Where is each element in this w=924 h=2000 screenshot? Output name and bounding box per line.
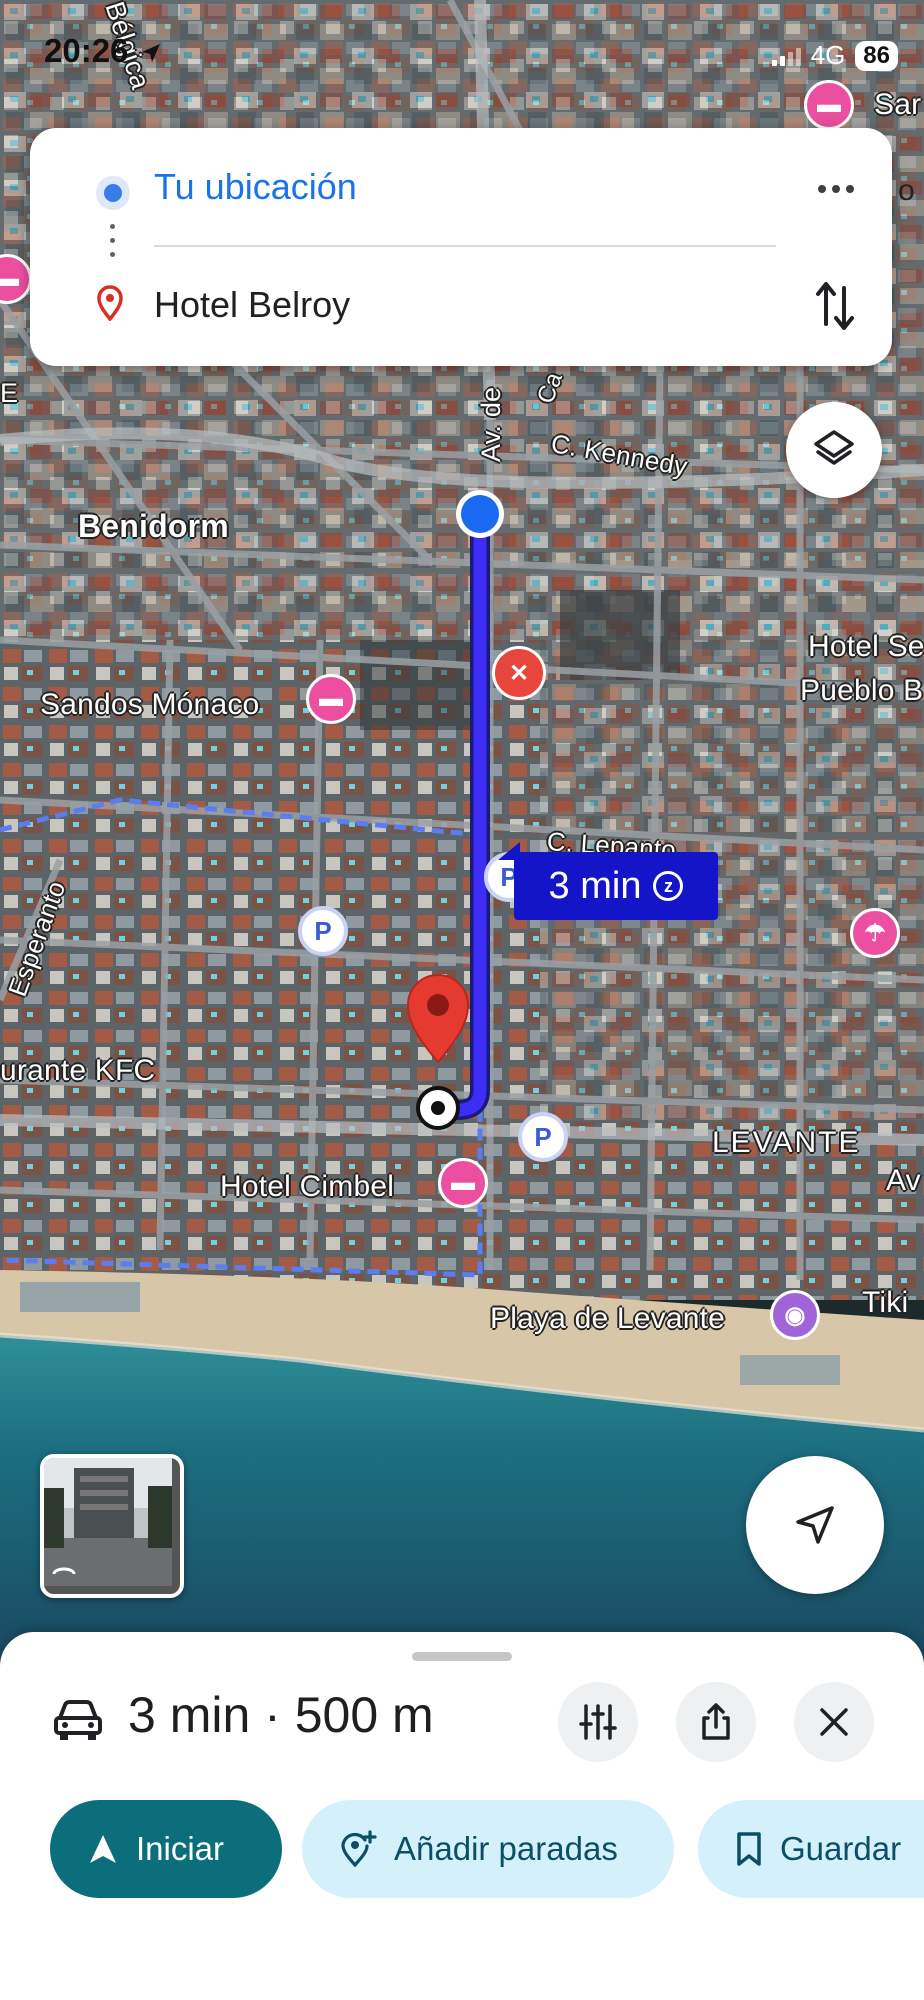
photo-spot-marker-icon[interactable]: ◉: [770, 1290, 820, 1340]
battery-level: 86: [855, 40, 898, 71]
street-view-thumbnail[interactable]: [40, 1454, 184, 1598]
route-summary: 3 min · 500 m: [128, 1686, 434, 1744]
location-arrow-icon: [141, 44, 160, 63]
route-eta-text: 3 min: [548, 864, 642, 907]
beach-marker-icon[interactable]: ☂: [850, 908, 900, 958]
field-divider: [154, 245, 776, 247]
car-icon: [54, 1700, 102, 1740]
share-icon: [702, 1703, 730, 1740]
status-bar: 20:26 4G 86: [0, 0, 924, 110]
street-view-preview: [44, 1458, 172, 1586]
origin-dot-icon: [96, 176, 130, 210]
directions-card: [30, 128, 892, 366]
destination-pin-icon: [97, 285, 123, 321]
map-label-tiki: Tiki: [862, 1286, 909, 1319]
summary-separator: ·: [264, 1687, 281, 1743]
maps-app: Bélgica Sar o E Av. de Ca C. Kennedy Ben…: [0, 0, 924, 2000]
add-stop-pin-icon: [341, 1830, 377, 1867]
map-label-av: Av: [886, 1164, 921, 1197]
hotel-marker-cimbel-icon[interactable]: ▬: [438, 1158, 488, 1208]
map-label-cimbel: Hotel Cimbel: [220, 1170, 395, 1203]
map-label-o: o: [898, 174, 915, 207]
close-icon: [820, 1708, 848, 1736]
sheet-drag-handle[interactable]: [412, 1652, 512, 1661]
save-route-button[interactable]: Guardar: [698, 1800, 924, 1898]
map-label-av-de: Av. de: [476, 386, 506, 462]
save-label: Guardar: [780, 1830, 902, 1867]
status-right: 4G 86: [771, 40, 898, 71]
sliders-icon: [579, 1704, 617, 1740]
add-stops-label: Añadir paradas: [394, 1830, 618, 1867]
route-eta-chip[interactable]: 3 min z: [498, 842, 718, 920]
route-connector-dots: [110, 224, 116, 264]
start-label: Iniciar: [136, 1830, 225, 1867]
map-label-playa: Playa de Levante: [490, 1302, 726, 1335]
share-button[interactable]: [676, 1682, 756, 1762]
map-label-sandos: Sandos Mónaco: [40, 688, 260, 721]
route-options-button[interactable]: [558, 1682, 638, 1762]
more-options-icon[interactable]: [812, 172, 860, 206]
destination-field[interactable]: Hotel Belroy: [154, 284, 350, 326]
navigation-start-icon: [90, 1835, 116, 1863]
status-time: 20:26: [44, 32, 162, 70]
recenter-button[interactable]: [746, 1456, 884, 1594]
start-navigation-button[interactable]: Iniciar: [50, 1800, 282, 1898]
bookmark-icon: [737, 1832, 761, 1866]
map-label-hotel-se: Hotel Se: [808, 630, 924, 663]
swap-directions-icon[interactable]: [810, 278, 862, 334]
navigation-arrow-icon: [796, 1506, 834, 1544]
hotel-marker-sandos-icon[interactable]: ▬: [306, 674, 356, 724]
restaurant-marker-icon[interactable]: ✕: [492, 646, 546, 700]
route-duration: 3 min: [128, 1687, 251, 1743]
map-label-levante: LEVANTE: [712, 1126, 861, 1159]
map-label-pueblo: Pueblo B: [800, 674, 924, 707]
layers-icon: [814, 430, 854, 465]
map-label-benidorm: Benidorm: [78, 508, 229, 544]
map-label-kfc: urante KFC: [0, 1054, 156, 1087]
parking-marker-icon[interactable]: P: [518, 1112, 568, 1162]
low-traffic-icon: z: [653, 871, 684, 901]
route-bottom-sheet: 3 min · 500 m Iniciar Añadir paradas Gua…: [0, 1632, 924, 2000]
close-button[interactable]: [794, 1682, 874, 1762]
network-type: 4G: [810, 40, 846, 70]
parking-marker-icon[interactable]: P: [298, 906, 348, 956]
origin-field[interactable]: Tu ubicación: [154, 166, 357, 208]
add-stops-button[interactable]: Añadir paradas: [302, 1800, 674, 1898]
map-label-e: E: [0, 378, 19, 408]
route-distance: 500 m: [294, 1687, 434, 1743]
map-layers-button[interactable]: [786, 402, 882, 498]
signal-icon: [771, 46, 801, 66]
